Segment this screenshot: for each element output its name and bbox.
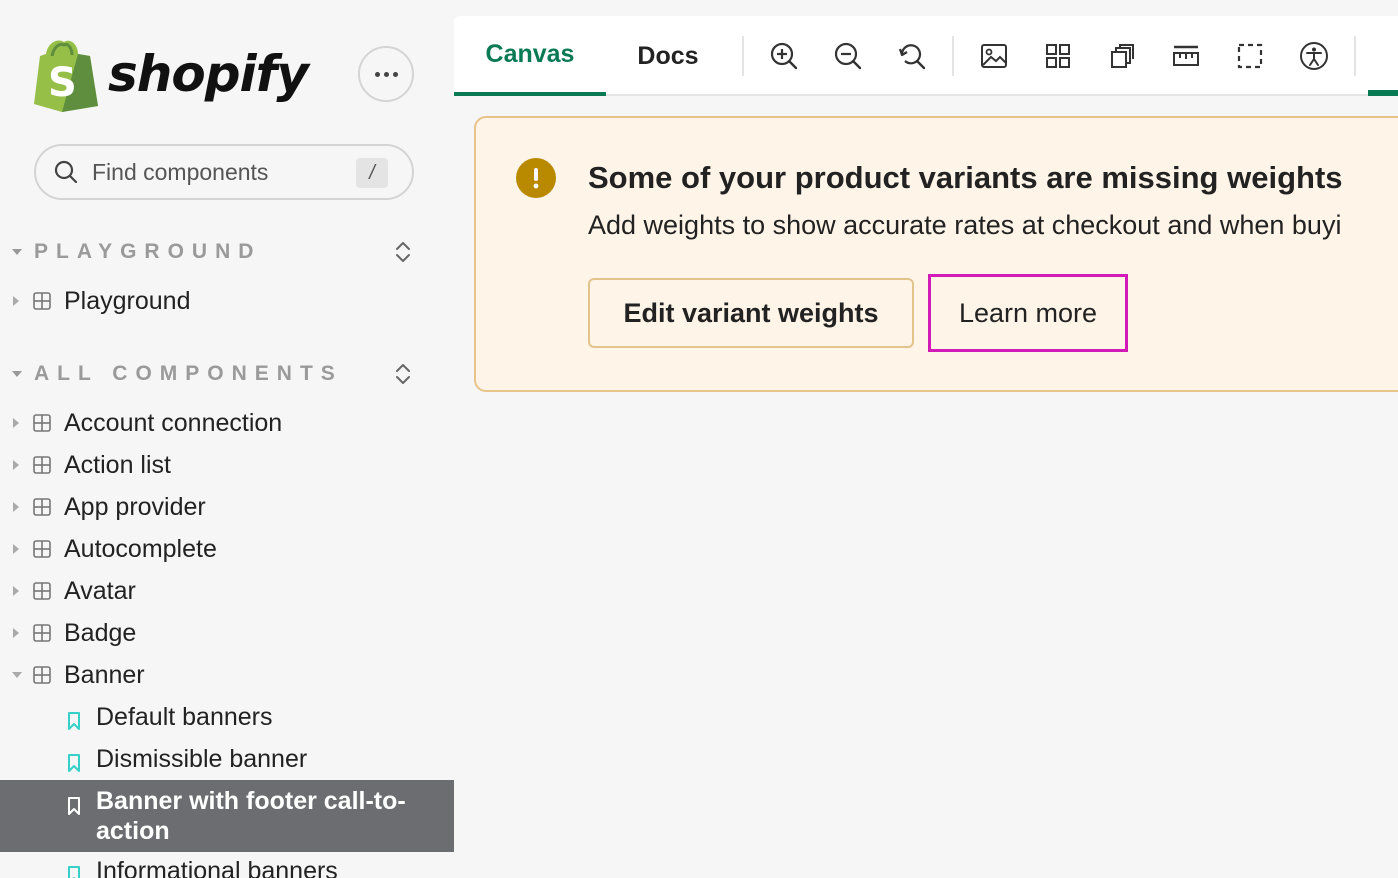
grid-icon[interactable] xyxy=(1042,40,1074,72)
tab-docs[interactable]: Docs xyxy=(606,16,730,96)
learn-more-highlight: Learn more xyxy=(928,274,1128,352)
zoom-in-icon[interactable] xyxy=(768,40,800,72)
tree-item-label: Banner xyxy=(64,660,145,689)
component-icon xyxy=(33,292,51,310)
tree-item-label: Playground xyxy=(64,286,191,315)
search-input[interactable] xyxy=(92,158,342,186)
caret-right-icon xyxy=(13,460,19,470)
caret-right-icon xyxy=(13,502,19,512)
caret-down-icon xyxy=(12,672,22,678)
svg-text:S: S xyxy=(48,60,77,106)
bookmark-icon xyxy=(68,754,80,772)
story-label: Dismissible banner xyxy=(96,745,308,773)
component-icon xyxy=(33,456,51,474)
toolbar: Canvas Docs xyxy=(454,16,1398,96)
section-title: PLAYGROUND xyxy=(34,240,262,263)
sidebar: S shopify / PLAYGROUND Playground ALL CO… xyxy=(0,0,454,878)
tree-item-label: App provider xyxy=(64,492,206,521)
tree-item-label: Badge xyxy=(64,618,137,647)
story-label: Informational banners xyxy=(96,857,338,878)
viewport-icon[interactable] xyxy=(1234,40,1266,72)
tab-indicator xyxy=(1368,90,1398,96)
tree-item-label: Autocomplete xyxy=(64,534,217,563)
story-label: Banner with footer call-to-action xyxy=(96,787,406,845)
story-label: Default banners xyxy=(96,703,273,731)
component-icon xyxy=(33,540,51,558)
caret-right-icon xyxy=(13,586,19,596)
story-banner-with-footer-cta[interactable]: Banner with footer call-to-action xyxy=(0,780,454,852)
edit-variant-weights-button[interactable]: Edit variant weights xyxy=(588,278,914,348)
bookmark-icon xyxy=(68,712,80,730)
tree-item-account-connection[interactable]: Account connection xyxy=(0,404,454,442)
zoom-out-icon[interactable] xyxy=(832,40,864,72)
component-icon xyxy=(33,666,51,684)
banner-title: Some of your product variants are missin… xyxy=(588,160,1343,195)
warning-banner: Some of your product variants are missin… xyxy=(474,116,1398,392)
main-panel: Canvas Docs Some of your product variant… xyxy=(454,0,1398,878)
banner-body: Add weights to show accurate rates at ch… xyxy=(588,210,1342,240)
toolbar-divider xyxy=(1354,36,1356,76)
section-playground[interactable]: PLAYGROUND xyxy=(10,237,420,267)
caret-down-icon xyxy=(12,249,22,255)
tree-item-label: Action list xyxy=(64,450,171,479)
story-informational-banners[interactable]: Informational banners xyxy=(0,856,454,878)
shopify-wordmark: shopify xyxy=(108,45,309,103)
caret-right-icon xyxy=(13,628,19,638)
search-icon xyxy=(54,160,78,184)
story-default-banners[interactable]: Default banners xyxy=(0,702,454,736)
expand-collapse-icon[interactable] xyxy=(392,361,414,387)
accessibility-icon[interactable] xyxy=(1298,40,1330,72)
tree-item-badge[interactable]: Badge xyxy=(0,614,454,652)
tree-item-app-provider[interactable]: App provider xyxy=(0,488,454,526)
expand-collapse-icon[interactable] xyxy=(392,239,414,265)
tree-item-banner[interactable]: Banner xyxy=(0,656,454,694)
outline-icon[interactable] xyxy=(1106,40,1138,72)
shopify-logo[interactable]: S shopify xyxy=(32,34,312,114)
more-options-button[interactable] xyxy=(358,46,414,102)
component-icon xyxy=(33,582,51,600)
bookmark-icon xyxy=(68,866,80,878)
caret-right-icon xyxy=(13,418,19,428)
tree-item-label: Account connection xyxy=(64,408,283,437)
tree-item-avatar[interactable]: Avatar xyxy=(0,572,454,610)
tree-item-autocomplete[interactable]: Autocomplete xyxy=(0,530,454,568)
story-dismissible-banner[interactable]: Dismissible banner xyxy=(0,744,454,778)
shopify-bag-icon: S xyxy=(34,40,98,112)
learn-more-button[interactable]: Learn more xyxy=(959,298,1097,329)
toolbar-divider xyxy=(952,36,954,76)
caret-right-icon xyxy=(13,544,19,554)
warning-icon xyxy=(516,158,556,198)
caret-down-icon xyxy=(12,371,22,377)
tree-item-label: Avatar xyxy=(64,576,136,605)
tree-item-playground[interactable]: Playground xyxy=(0,282,454,320)
reset-zoom-icon[interactable] xyxy=(896,40,928,72)
background-icon[interactable] xyxy=(978,40,1010,72)
tree-item-action-list[interactable]: Action list xyxy=(0,446,454,484)
component-icon xyxy=(33,624,51,642)
section-title: ALL COMPONENTS xyxy=(34,362,343,385)
toolbar-divider xyxy=(742,36,744,76)
measure-icon[interactable] xyxy=(1170,40,1202,72)
shortcut-key-badge: / xyxy=(356,158,388,188)
ellipsis-icon xyxy=(374,71,398,77)
component-icon xyxy=(33,414,51,432)
tab-canvas[interactable]: Canvas xyxy=(454,16,606,96)
bookmark-icon xyxy=(68,797,80,815)
section-all-components[interactable]: ALL COMPONENTS xyxy=(10,359,420,389)
caret-right-icon xyxy=(13,296,19,306)
component-search: / xyxy=(34,144,414,200)
component-icon xyxy=(33,498,51,516)
